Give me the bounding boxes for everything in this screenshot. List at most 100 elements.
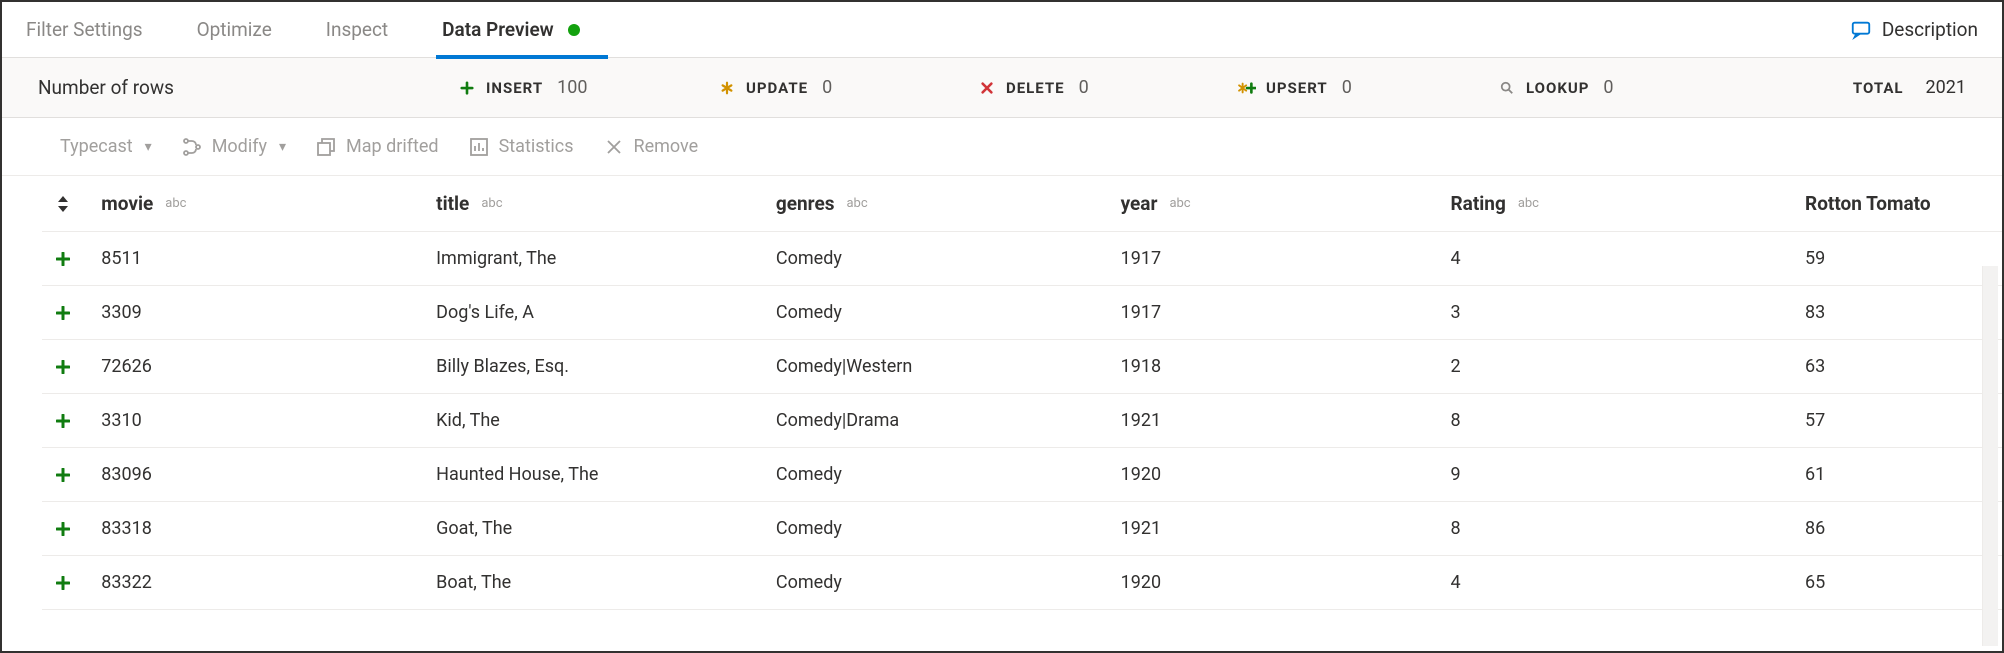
remove-button[interactable]: Remove bbox=[604, 136, 699, 157]
stats-bar: Number of rows INSERT 100 UPDATE 0 DELET… bbox=[2, 58, 2002, 118]
cell-rotten: 86 bbox=[1805, 518, 2002, 539]
cell-genres: Comedy|Western bbox=[776, 356, 1121, 377]
app-frame: Filter Settings Optimize Inspect Data Pr… bbox=[0, 0, 2004, 653]
row-insert-icon bbox=[42, 522, 101, 536]
cell-movie: 83318 bbox=[101, 518, 436, 539]
asterisk-icon bbox=[718, 81, 736, 95]
column-header-genres[interactable]: genres abc bbox=[776, 192, 1121, 215]
row-insert-icon bbox=[42, 468, 101, 482]
chevron-down-icon: ▾ bbox=[145, 139, 152, 155]
cell-rotten: 63 bbox=[1805, 356, 2002, 377]
stat-value: 0 bbox=[1079, 77, 1089, 98]
modify-button[interactable]: Modify ▾ bbox=[182, 136, 286, 157]
table-row[interactable]: 83322Boat, TheComedy1920465 bbox=[42, 556, 2002, 610]
table-row[interactable]: 3310Kid, TheComedy|Drama1921857 bbox=[42, 394, 2002, 448]
tab-data-preview[interactable]: Data Preview bbox=[442, 2, 580, 58]
sort-toggle[interactable] bbox=[42, 196, 101, 212]
stat-label: UPDATE bbox=[746, 79, 808, 97]
tool-label: Map drifted bbox=[346, 136, 439, 157]
cell-rotten: 65 bbox=[1805, 572, 2002, 593]
cell-year: 1917 bbox=[1121, 302, 1451, 323]
tool-label: Remove bbox=[634, 136, 699, 157]
table-row[interactable]: 83096Haunted House, TheComedy1920961 bbox=[42, 448, 2002, 502]
cell-year: 1921 bbox=[1121, 410, 1451, 431]
type-tag: abc bbox=[846, 196, 867, 211]
statistics-button[interactable]: Statistics bbox=[469, 136, 574, 157]
stat-value: 0 bbox=[822, 77, 832, 98]
cell-title: Goat, The bbox=[436, 518, 776, 539]
row-insert-icon bbox=[42, 360, 101, 374]
search-icon bbox=[1498, 81, 1516, 95]
row-insert-icon bbox=[42, 576, 101, 590]
cell-title: Dog's Life, A bbox=[436, 302, 776, 323]
stat-upsert: UPSERT 0 bbox=[1238, 77, 1498, 98]
column-header-movie[interactable]: movie abc bbox=[101, 192, 436, 215]
tab-label: Inspect bbox=[326, 18, 388, 41]
cell-rating: 8 bbox=[1451, 518, 1806, 539]
map-drifted-button[interactable]: Map drifted bbox=[316, 136, 439, 157]
map-icon bbox=[316, 137, 336, 157]
tool-label: Typecast bbox=[60, 136, 133, 157]
row-insert-icon bbox=[42, 252, 101, 266]
typecast-button[interactable]: Typecast ▾ bbox=[60, 136, 152, 157]
column-label: Rotton Tomato bbox=[1805, 192, 1931, 215]
column-header-rotten-tomato[interactable]: Rotton Tomato bbox=[1805, 192, 2002, 215]
grid-toolbar: Typecast ▾ Modify ▾ Map drifted Statisti… bbox=[2, 118, 2002, 176]
cell-genres: Comedy|Drama bbox=[776, 410, 1121, 431]
cell-title: Boat, The bbox=[436, 572, 776, 593]
cell-movie: 72626 bbox=[101, 356, 436, 377]
stat-value: 100 bbox=[557, 77, 587, 98]
stat-value: 0 bbox=[1603, 77, 1613, 98]
cell-rating: 8 bbox=[1451, 410, 1806, 431]
cell-rating: 3 bbox=[1451, 302, 1806, 323]
cell-rating: 2 bbox=[1451, 356, 1806, 377]
cell-rotten: 57 bbox=[1805, 410, 2002, 431]
cell-rating: 4 bbox=[1451, 572, 1806, 593]
column-header-title[interactable]: title abc bbox=[436, 192, 776, 215]
cell-movie: 8511 bbox=[101, 248, 436, 269]
type-tag: abc bbox=[1518, 196, 1539, 211]
cell-year: 1917 bbox=[1121, 248, 1451, 269]
cell-title: Immigrant, The bbox=[436, 248, 776, 269]
cell-year: 1920 bbox=[1121, 464, 1451, 485]
branch-icon bbox=[182, 137, 202, 157]
cell-movie: 83096 bbox=[101, 464, 436, 485]
stat-label: INSERT bbox=[486, 79, 543, 97]
tool-label: Statistics bbox=[499, 136, 574, 157]
table-row[interactable]: 3309Dog's Life, AComedy1917383 bbox=[42, 286, 2002, 340]
tab-label: Data Preview bbox=[442, 18, 554, 41]
tab-optimize[interactable]: Optimize bbox=[197, 2, 272, 58]
vertical-scrollbar[interactable] bbox=[1982, 266, 1998, 646]
type-tag: abc bbox=[165, 196, 186, 211]
column-header-rating[interactable]: Rating abc bbox=[1451, 192, 1806, 215]
column-header-row: movie abc title abc genres abc year abc … bbox=[42, 176, 2002, 232]
bar-chart-icon bbox=[469, 137, 489, 157]
stat-insert: INSERT 100 bbox=[458, 77, 718, 98]
cell-movie: 3310 bbox=[101, 410, 436, 431]
row-insert-icon bbox=[42, 414, 101, 428]
cell-rating: 9 bbox=[1451, 464, 1806, 485]
tab-inspect[interactable]: Inspect bbox=[326, 2, 388, 58]
table-row[interactable]: 72626Billy Blazes, Esq.Comedy|Western191… bbox=[42, 340, 2002, 394]
tab-label: Filter Settings bbox=[26, 18, 143, 41]
comment-icon bbox=[1850, 19, 1872, 41]
column-header-year[interactable]: year abc bbox=[1121, 192, 1451, 215]
cell-rating: 4 bbox=[1451, 248, 1806, 269]
row-insert-icon bbox=[42, 306, 101, 320]
description-button[interactable]: Description bbox=[1850, 18, 1978, 41]
table-row[interactable]: 83318Goat, TheComedy1921886 bbox=[42, 502, 2002, 556]
stat-label: DELETE bbox=[1006, 79, 1065, 97]
tab-strip: Filter Settings Optimize Inspect Data Pr… bbox=[2, 2, 2002, 58]
cell-genres: Comedy bbox=[776, 302, 1121, 323]
table-row[interactable]: 8511Immigrant, TheComedy1917459 bbox=[42, 232, 2002, 286]
cell-genres: Comedy bbox=[776, 518, 1121, 539]
cell-title: Billy Blazes, Esq. bbox=[436, 356, 776, 377]
stat-lookup: LOOKUP 0 bbox=[1498, 77, 1758, 98]
cell-genres: Comedy bbox=[776, 572, 1121, 593]
description-label: Description bbox=[1882, 18, 1978, 41]
stat-label: UPSERT bbox=[1266, 79, 1328, 97]
stat-value: 2021 bbox=[1926, 77, 1966, 98]
tab-filter-settings[interactable]: Filter Settings bbox=[26, 2, 143, 58]
rows-label: Number of rows bbox=[38, 76, 458, 99]
upsert-icon bbox=[1238, 81, 1256, 95]
